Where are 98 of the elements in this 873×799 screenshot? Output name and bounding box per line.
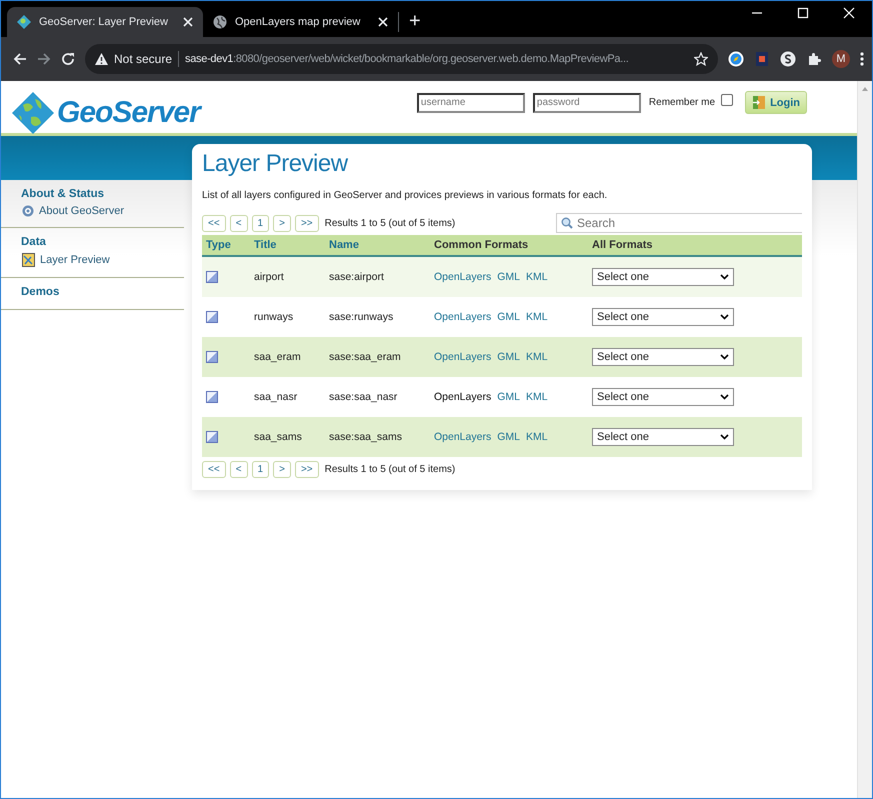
pager-button[interactable]: < [230,461,248,478]
table-cell: sase:airport [329,271,384,283]
logo-text: GeoServer [57,96,200,130]
format-dropdown[interactable]: Select one [592,388,734,406]
sidebar-item[interactable]: Layer Preview [22,253,184,267]
format-dropdown[interactable]: Select one [592,268,734,286]
door-icon [752,95,766,110]
format-link[interactable]: OpenLayers [434,351,492,363]
reload-icon[interactable] [61,52,75,66]
username-field[interactable]: username [416,92,525,112]
profile-avatar[interactable]: M [832,50,850,68]
format-link[interactable]: KML [526,311,548,323]
sidebar-heading[interactable]: Data [21,236,184,248]
format-link[interactable]: KML [526,271,548,283]
format-link[interactable]: OpenLayers [434,271,492,283]
star-icon[interactable] [694,52,708,66]
table-cell: saa_eram [254,351,301,363]
format-link[interactable]: KML [526,391,548,403]
pager-button[interactable]: 1 [252,214,270,232]
results-text: Results 1 to 5 (out of 5 items) [324,218,456,228]
map-icon [22,253,35,267]
table-cell: sase:saa_nasr [329,391,398,403]
puzzle-icon[interactable] [806,51,822,67]
chevron-icon [720,394,729,400]
forward-icon[interactable] [37,52,51,66]
layer-icon [206,271,218,283]
column-header: All Formats [592,239,653,251]
chevron-icon [720,314,729,320]
format-link[interactable]: OpenLayers [434,431,492,443]
back-icon[interactable] [13,52,27,66]
maximize-icon[interactable] [797,7,809,19]
chevron-icon [720,354,729,360]
format-link[interactable]: GML [497,311,520,323]
column-header[interactable]: Title [254,239,276,251]
pager-button[interactable]: << [202,461,226,478]
new-tab-button[interactable]: + [399,11,431,31]
sidebar-heading[interactable]: Demos [21,286,184,298]
layer-icon [206,431,218,443]
login-button[interactable]: Login [745,91,807,114]
sidebar-item[interactable]: About GeoServer [22,205,184,217]
table-cell: saa_sams [254,431,302,443]
format-link[interactable]: OpenLayers [434,311,492,323]
format-link[interactable]: KML [526,351,548,363]
table-cell: sase:saa_sams [329,431,402,443]
address-bar[interactable]: Not secure sase-dev1:8080/geoserver/web/wicket/bookmarkable/org.geoserver.web.demo.MapPreviewPa... [85,44,718,74]
layer-icon [206,311,218,323]
globe-icon [11,91,55,135]
format-link[interactable]: GML [497,431,520,443]
close-icon[interactable] [183,17,193,27]
remember-label: Remember me [648,97,716,108]
results-text: Results 1 to 5 (out of 5 items) [324,464,456,475]
format-link[interactable]: KML [526,431,548,443]
pager-button[interactable]: >> [294,214,319,232]
url-text: sase-dev1:8080/geoserver/web/wicket/bookmarkable/org.geoserver.web.demo.MapPreviewPa... [185,53,630,65]
pager-button[interactable]: < [230,214,248,232]
globe-icon [213,15,227,29]
sidebar-heading[interactable]: About & Status [21,188,184,200]
pager-button[interactable]: << [202,214,226,232]
search-icon [561,217,573,229]
format-link[interactable]: OpenLayers [434,391,492,403]
close-icon[interactable] [378,17,388,27]
scrollbar[interactable] [857,81,872,798]
browser-tab[interactable]: GeoServer: Layer Preview [7,7,203,37]
pager-button[interactable]: > [273,214,291,232]
geoserver-icon [17,15,31,29]
browser-tab[interactable]: OpenLayers map preview [203,12,399,32]
format-dropdown[interactable]: Select one [592,308,734,326]
page-title: Layer Preview [202,150,349,178]
pager-button[interactable]: > [273,461,291,478]
layer-icon [206,351,218,363]
format-dropdown[interactable]: Select one [592,428,734,446]
table-cell: saa_nasr [254,391,298,403]
format-link[interactable]: GML [497,391,520,403]
warning-icon [95,53,108,65]
security-label: Not secure [114,52,172,66]
extension-icon[interactable] [780,51,796,67]
format-dropdown[interactable]: Select one [592,348,734,366]
chevron-icon [720,434,729,440]
chevron-icon [720,274,729,280]
table-cell: airport [254,271,284,283]
table-cell: sase:saa_eram [329,351,401,363]
column-header[interactable]: Name [329,239,359,251]
remember-checkbox[interactable] [721,94,734,106]
column-header[interactable]: Type [206,239,231,251]
password-field[interactable]: password [532,92,641,112]
search-field[interactable]: Search [556,213,802,233]
page-description: List of all layers configured in GeoServer and provices previews in various formats for each. [202,190,608,201]
menu-icon[interactable] [860,51,864,67]
compass-icon[interactable] [728,51,744,67]
pager-button[interactable]: >> [294,461,319,478]
table-cell: runways [254,311,294,323]
info-icon [22,205,34,217]
pager-button[interactable]: 1 [252,461,270,478]
column-header: Common Formats [434,239,528,251]
format-link[interactable]: GML [497,271,520,283]
layer-icon [206,391,218,403]
format-link[interactable]: GML [497,351,520,363]
table-cell: sase:runways [329,311,394,323]
